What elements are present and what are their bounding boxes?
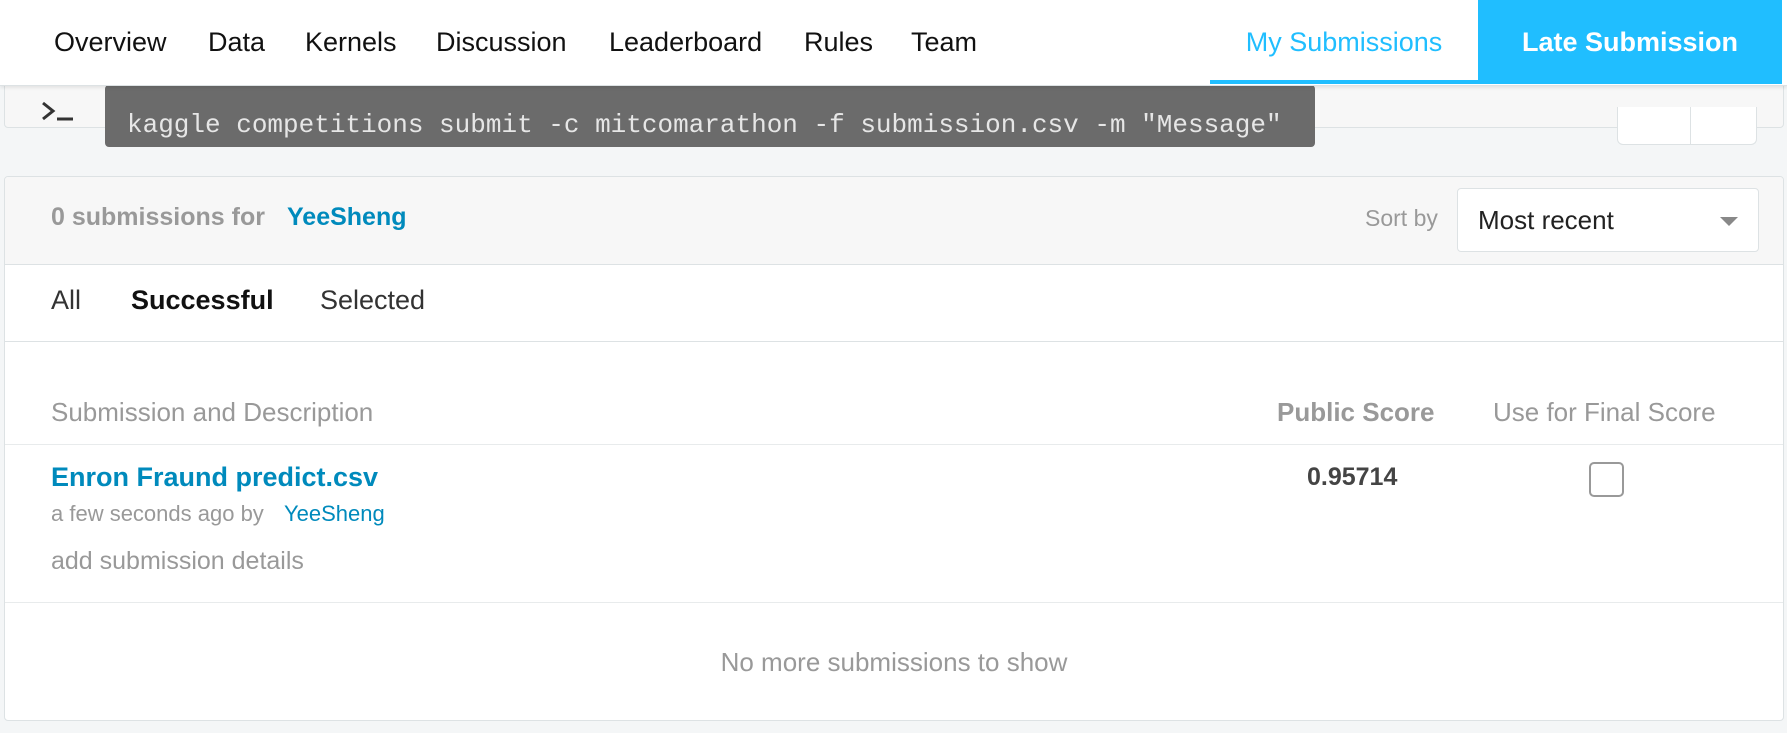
submission-filter-tabs: All Successful Selected	[5, 265, 1783, 342]
button-divider	[1690, 107, 1691, 145]
tab-selected[interactable]: Selected	[320, 285, 425, 316]
column-header-public-score: Public Score	[1277, 397, 1435, 427]
submission-user-link[interactable]: YeeSheng	[287, 203, 407, 232]
add-submission-details-link[interactable]: add submission details	[51, 547, 304, 576]
column-header-description: Submission and Description	[51, 397, 374, 427]
table-divider	[5, 444, 1783, 445]
sort-select[interactable]: Most recent	[1457, 188, 1759, 252]
nav-team[interactable]: Team	[911, 0, 977, 84]
column-header-final-score: Use for Final Score	[1493, 397, 1716, 427]
nav-leaderboard[interactable]: Leaderboard	[609, 0, 762, 84]
competition-nav: Overview Data Kernels Discussion Leaderb…	[0, 0, 1787, 86]
public-score-value: 0.95714	[1307, 463, 1398, 491]
nav-rules[interactable]: Rules	[804, 0, 873, 84]
submission-count: 0 submissions for	[51, 203, 265, 231]
nav-overview[interactable]: Overview	[54, 0, 167, 84]
nav-discussion[interactable]: Discussion	[436, 0, 567, 84]
sort-selected-value: Most recent	[1478, 205, 1614, 235]
submission-author-link[interactable]: YeeSheng	[284, 501, 385, 527]
sort-label: Sort by	[1365, 205, 1438, 231]
submission-timestamp: a few seconds ago by	[51, 501, 264, 526]
nav-my-submissions[interactable]: My Submissions	[1210, 0, 1478, 84]
table-divider	[5, 602, 1783, 603]
chevron-down-icon	[1720, 217, 1738, 226]
copy-button-group[interactable]	[1617, 107, 1757, 145]
submission-file-link[interactable]: Enron Fraund predict.csv	[51, 462, 378, 493]
api-command-text[interactable]: kaggle competitions submit -c mitcomarat…	[105, 85, 1315, 147]
no-more-submissions-text: No more submissions to show	[720, 647, 1068, 677]
nav-data[interactable]: Data	[208, 0, 265, 84]
tab-all[interactable]: All	[51, 285, 81, 316]
submissions-card: 0 submissions for YeeSheng Sort by Most …	[4, 176, 1784, 721]
use-for-final-score-checkbox[interactable]	[1589, 462, 1624, 497]
submissions-header: 0 submissions for YeeSheng Sort by Most …	[5, 177, 1783, 265]
late-submission-button[interactable]: Late Submission	[1478, 0, 1782, 84]
nav-kernels[interactable]: Kernels	[305, 0, 397, 84]
terminal-icon	[39, 81, 75, 121]
tab-successful[interactable]: Successful	[131, 285, 274, 316]
